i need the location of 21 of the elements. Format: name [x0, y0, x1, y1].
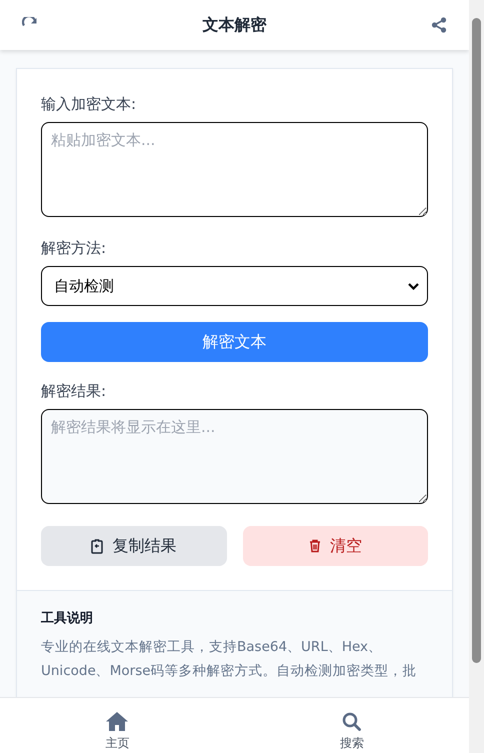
info-title: 工具说明: [41, 610, 94, 627]
method-label: 解密方法:: [41, 239, 108, 258]
search-icon: [342, 712, 362, 731]
cipher-input-field[interactable]: 粘贴加密文本...: [41, 122, 428, 217]
copy-button[interactable]: 复制结果: [41, 526, 226, 566]
chevron-icon: [408, 282, 419, 290]
trash-icon: [308, 539, 321, 553]
result-label: 解密结果:: [41, 382, 108, 401]
info-text: 专业的在线文本解密工具，支持Base64、URL、Hex、Unicode、Morse码等多种解密方式。自动检测加密类型，批: [41, 638, 418, 681]
result-field[interactable]: 解密结果将显示在这里...: [41, 409, 428, 504]
nav-item[interactable]: 主页: [0, 698, 234, 753]
clear-button[interactable]: 清空: [242, 526, 428, 566]
input-label: 输入加密文本:: [41, 95, 138, 114]
decrypt-button[interactable]: 解密文本: [41, 322, 428, 362]
home-icon: [106, 712, 128, 731]
clipboard-icon: [91, 538, 104, 554]
page-title: 文本解密: [202, 14, 266, 36]
scrollbar[interactable]: [469, 0, 484, 753]
share-icon[interactable]: [429, 15, 449, 35]
method-dropdown[interactable]: 自动检测: [41, 266, 428, 306]
nav-item[interactable]: 搜索: [234, 698, 469, 753]
